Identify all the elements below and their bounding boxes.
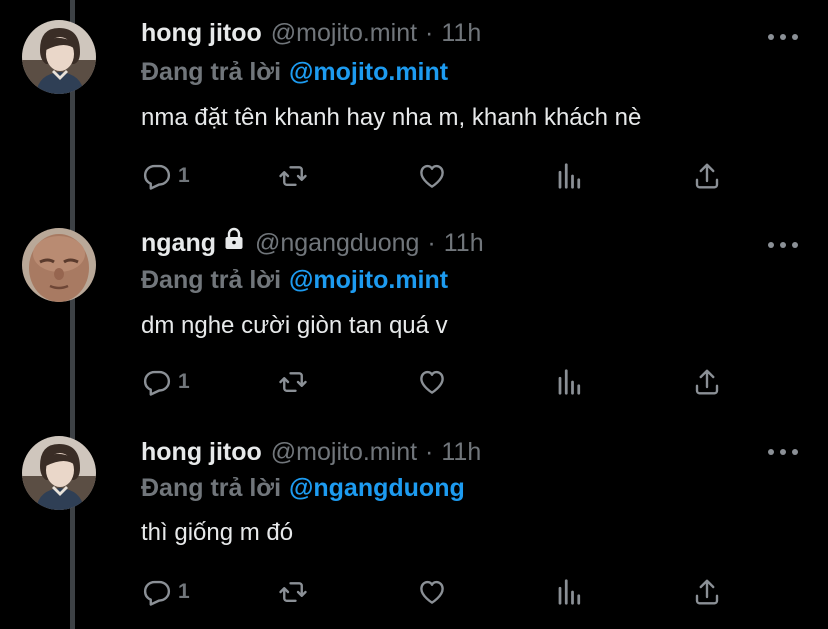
reply-context: Đang trả lời @ngangduong	[141, 474, 465, 503]
reply-button[interactable]: 1	[142, 160, 190, 192]
separator-dot: ·	[427, 229, 436, 257]
share-icon	[695, 579, 719, 605]
reply-prefix: Đang trả lời	[141, 58, 282, 86]
share-button[interactable]	[692, 366, 722, 398]
action-bar: 1	[142, 366, 732, 398]
reply-icon	[143, 370, 171, 396]
share-icon	[695, 369, 719, 395]
avatar[interactable]	[22, 228, 96, 302]
like-icon	[420, 580, 444, 604]
analytics-button[interactable]	[555, 576, 585, 608]
retweet-icon	[279, 166, 307, 186]
share-icon	[695, 163, 719, 189]
reply-count: 1	[178, 580, 190, 603]
analytics-icon	[558, 369, 581, 395]
reply-context: Đang trả lời @mojito.mint	[141, 58, 448, 87]
retweet-button[interactable]	[278, 160, 308, 192]
share-button[interactable]	[692, 160, 722, 192]
reply-target-link[interactable]: @ngangduong	[289, 474, 465, 502]
avatar[interactable]	[22, 436, 96, 510]
analytics-icon	[558, 163, 581, 189]
avatar[interactable]	[22, 20, 96, 94]
timestamp[interactable]: 11h	[441, 438, 481, 467]
separator-dot: ·	[425, 438, 434, 466]
reply-button[interactable]: 1	[142, 366, 190, 398]
retweet-button[interactable]	[278, 366, 308, 398]
reply-icon	[143, 164, 171, 190]
reply-prefix: Đang trả lời	[141, 266, 282, 294]
reply-button[interactable]: 1	[142, 576, 190, 608]
tweet[interactable]: hong jitoo @mojito.mint · 11h Đang trả l…	[0, 0, 828, 208]
retweet-button[interactable]	[278, 576, 308, 608]
analytics-button[interactable]	[555, 366, 585, 398]
more-icon[interactable]	[768, 33, 798, 41]
display-name[interactable]: hong jitoo	[141, 19, 262, 48]
action-bar: 1	[142, 160, 732, 192]
retweet-icon	[279, 582, 307, 602]
tweet-text: dm nghe cười giòn tan quá v	[141, 312, 448, 339]
tweet[interactable]: ngang @ngangduong · 11h Đang trả lời @moj…	[0, 208, 828, 416]
reply-target-link[interactable]: @mojito.mint	[289, 58, 448, 86]
reply-prefix: Đang trả lời	[141, 474, 282, 502]
timestamp[interactable]: 11h	[441, 19, 481, 48]
more-icon[interactable]	[768, 241, 798, 249]
like-icon	[420, 370, 444, 394]
more-icon[interactable]	[768, 448, 798, 456]
lock-icon	[225, 227, 243, 249]
timestamp[interactable]: 11h	[444, 229, 484, 258]
tweet[interactable]: hong jitoo @mojito.mint · 11h Đang trả l…	[0, 416, 828, 624]
reply-count: 1	[178, 370, 190, 393]
like-button[interactable]	[417, 576, 447, 608]
reply-target-link[interactable]: @mojito.mint	[289, 266, 448, 294]
handle[interactable]: @mojito.mint	[271, 438, 417, 467]
tweet-text: nma đặt tên khanh hay nha m, khanh khách…	[141, 104, 642, 131]
like-button[interactable]	[417, 366, 447, 398]
share-button[interactable]	[692, 576, 722, 608]
handle[interactable]: @mojito.mint	[271, 19, 417, 48]
display-name[interactable]: ngang	[141, 229, 216, 258]
display-name[interactable]: hong jitoo	[141, 438, 262, 467]
like-button[interactable]	[417, 160, 447, 192]
reply-icon	[143, 580, 171, 606]
handle[interactable]: @ngangduong	[255, 229, 419, 258]
separator-dot: ·	[425, 19, 434, 47]
tweet-text: thì giống m đó	[141, 519, 294, 546]
reply-count: 1	[178, 164, 190, 187]
like-icon	[420, 164, 444, 188]
reply-context: Đang trả lời @mojito.mint	[141, 266, 448, 295]
retweet-icon	[279, 372, 307, 392]
analytics-button[interactable]	[555, 160, 585, 192]
analytics-icon	[558, 579, 581, 605]
action-bar: 1	[142, 576, 732, 608]
